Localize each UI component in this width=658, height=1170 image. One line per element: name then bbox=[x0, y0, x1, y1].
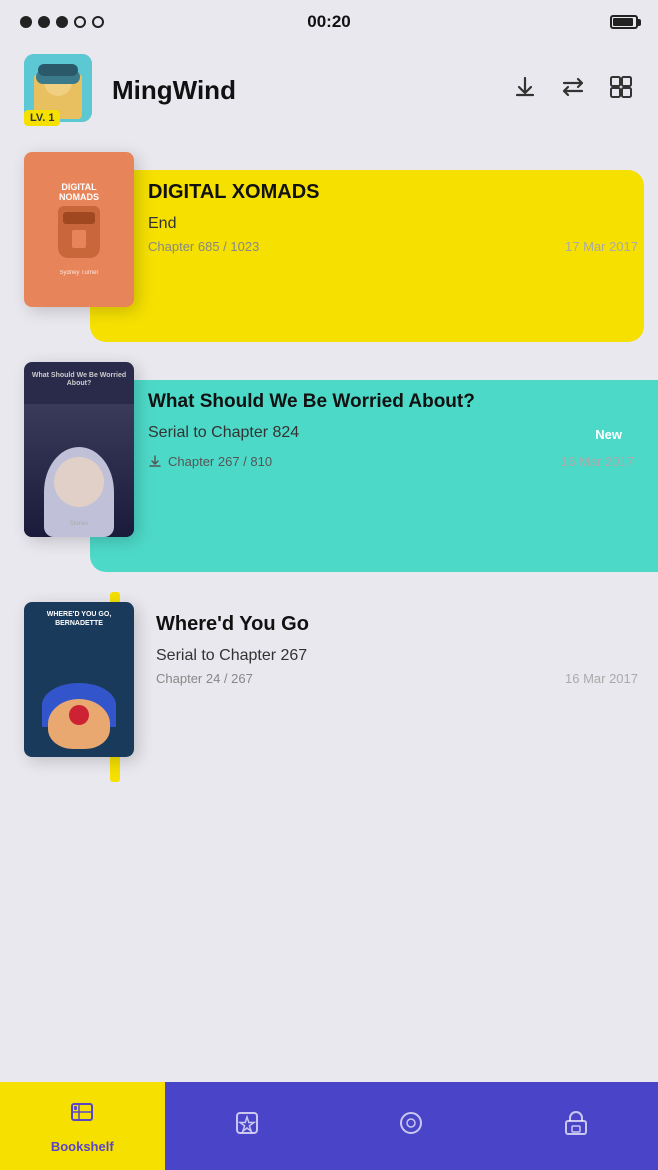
status-time: 00:20 bbox=[307, 12, 350, 32]
book2-chapter: Chapter 267 / 810 bbox=[168, 454, 272, 469]
book1-title: DIGITAL XOMADS bbox=[148, 180, 638, 205]
bookshelf-label: Bookshelf bbox=[51, 1139, 114, 1154]
signal-dots bbox=[20, 16, 104, 28]
books-list: DIGITALNOMADS Sydney Turner DIGITAL XOMA… bbox=[0, 152, 658, 822]
book1-date: 17 Mar 2017 bbox=[565, 239, 638, 254]
book2-download-row: Chapter 267 / 810 16 Mar 2017 bbox=[148, 454, 634, 469]
book1-meta: Chapter 685 / 1023 17 Mar 2017 bbox=[148, 239, 638, 254]
book2-status: Serial to Chapter 824 bbox=[148, 424, 299, 442]
dot2 bbox=[38, 16, 50, 28]
cover1-title: DIGITALNOMADS bbox=[59, 183, 99, 203]
book3-title: Where'd You Go bbox=[156, 612, 638, 637]
battery-icon bbox=[610, 15, 638, 29]
book-card-1[interactable]: DIGITALNOMADS Sydney Turner DIGITAL XOMA… bbox=[0, 152, 658, 342]
grid-icon[interactable] bbox=[608, 74, 634, 107]
download-icon[interactable] bbox=[512, 74, 538, 107]
cover2-text: What Should We Be Worried About? bbox=[24, 372, 134, 389]
book-card-3[interactable]: WHERE'D YOU GO,BERNADETTE Where'd You Go… bbox=[0, 592, 658, 782]
book3-status: Serial to Chapter 267 bbox=[156, 647, 638, 665]
book-cover-2: What Should We Be Worried About? Stories bbox=[24, 362, 134, 537]
username: MingWind bbox=[112, 75, 512, 106]
discover-icon bbox=[397, 1109, 425, 1144]
nav-discover[interactable] bbox=[329, 1082, 494, 1170]
book1-status: End bbox=[148, 215, 638, 233]
book3-chapter: Chapter 24 / 267 bbox=[156, 671, 253, 686]
book2-date: 16 Mar 2017 bbox=[561, 454, 634, 469]
header-icons bbox=[512, 74, 634, 107]
nav-favorites[interactable] bbox=[165, 1082, 330, 1170]
nav-bookshelf[interactable]: Bookshelf bbox=[0, 1082, 165, 1170]
bottom-nav: Bookshelf bbox=[0, 1082, 658, 1170]
nav-store[interactable] bbox=[494, 1082, 658, 1170]
card1-content: DIGITAL XOMADS End Chapter 685 / 1023 17… bbox=[148, 152, 658, 278]
dot3 bbox=[56, 16, 68, 28]
cover3-text: WHERE'D YOU GO,BERNADETTE bbox=[43, 610, 116, 628]
book3-meta: Chapter 24 / 267 16 Mar 2017 bbox=[156, 671, 638, 686]
store-icon bbox=[562, 1109, 590, 1144]
new-badge: New bbox=[583, 424, 634, 445]
dot4 bbox=[74, 16, 86, 28]
book2-title: What Should We Be Worried About? bbox=[148, 390, 634, 414]
dot5 bbox=[92, 16, 104, 28]
avatar-wrap[interactable]: LV. 1 bbox=[24, 54, 96, 126]
status-bar: 00:20 bbox=[0, 0, 658, 44]
header: LV. 1 MingWind bbox=[0, 44, 658, 142]
status-right bbox=[610, 15, 638, 29]
transfer-icon[interactable] bbox=[560, 74, 586, 107]
card2-content: What Should We Be Worried About? Serial … bbox=[148, 362, 658, 493]
level-badge: LV. 1 bbox=[24, 110, 60, 126]
book-cover-3: WHERE'D YOU GO,BERNADETTE bbox=[24, 602, 134, 757]
bookshelf-icon bbox=[68, 1098, 96, 1133]
favorites-icon bbox=[233, 1109, 261, 1144]
book3-date: 16 Mar 2017 bbox=[565, 671, 638, 686]
book-cover-1: DIGITALNOMADS Sydney Turner bbox=[24, 152, 134, 307]
card3-content: Where'd You Go Serial to Chapter 267 Cha… bbox=[148, 592, 658, 706]
dot1 bbox=[20, 16, 32, 28]
book1-chapter: Chapter 685 / 1023 bbox=[148, 239, 259, 254]
book-card-2[interactable]: What Should We Be Worried About? Stories… bbox=[0, 362, 658, 572]
